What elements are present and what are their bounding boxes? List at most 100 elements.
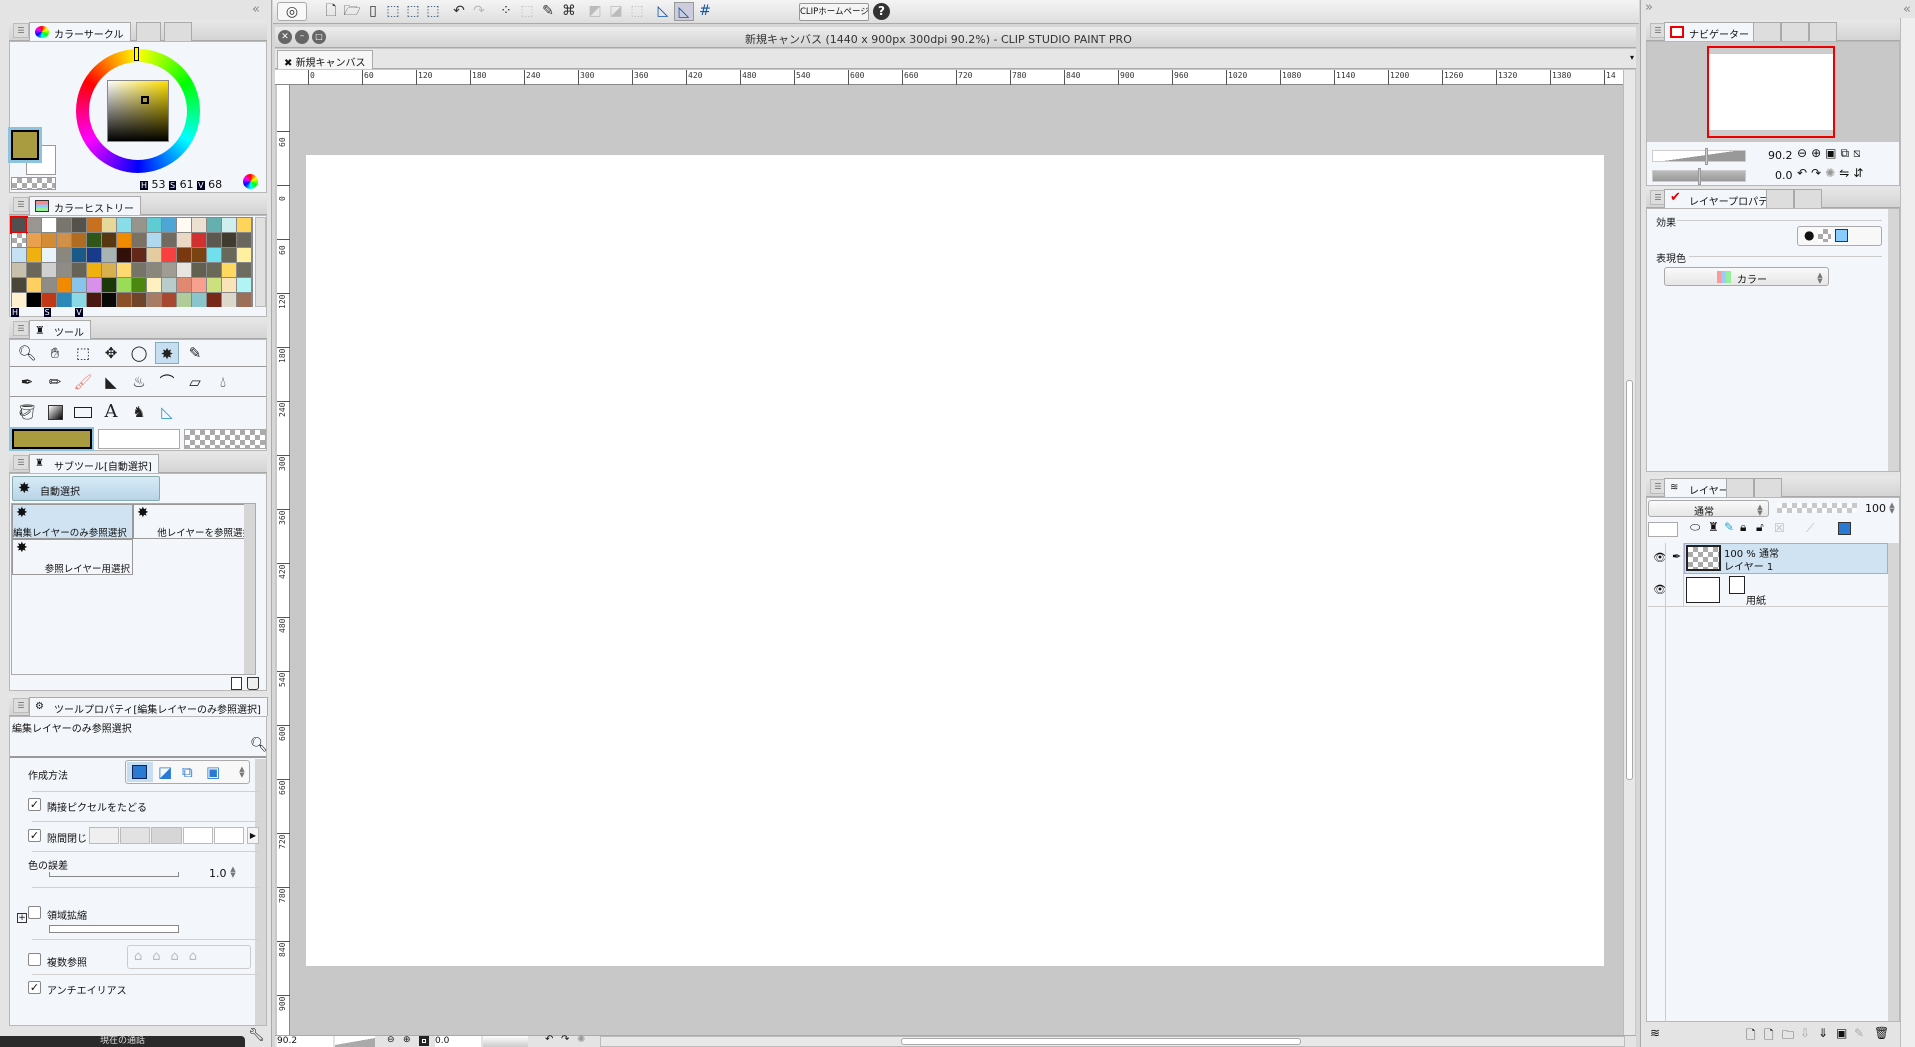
history-swatch[interactable] <box>27 218 41 232</box>
subtract-selection-button[interactable]: ⧉ <box>182 765 202 781</box>
history-swatch[interactable] <box>147 293 161 307</box>
export-icon-3[interactable]: ⬚ <box>423 2 443 21</box>
brush-tool-icon[interactable]: 🖌︎ <box>71 371 95 393</box>
subtool-item-edit-layer-only[interactable]: ✸ 編集レイヤーのみ参照選択 <box>12 504 133 539</box>
history-swatch[interactable] <box>222 218 236 232</box>
history-swatch[interactable] <box>42 248 56 262</box>
move-layer-tool-icon[interactable]: ✥ <box>99 342 123 364</box>
status-zoom-out-icon[interactable]: ⊖ <box>387 1035 395 1045</box>
history-swatch[interactable] <box>162 248 176 262</box>
lock-transparency-icon[interactable]: 🔓︎ <box>1756 520 1764 535</box>
clip-lower-layer-icon[interactable]: ⬭ <box>1690 520 1700 535</box>
history-swatch[interactable] <box>192 263 206 277</box>
history-swatch[interactable] <box>237 293 251 307</box>
tab-animation[interactable] <box>1794 189 1822 208</box>
tab-tool-property[interactable]: ⚙ ツールプロパティ[編集レイヤーのみ参照選択] <box>29 697 268 716</box>
history-swatch[interactable] <box>87 293 101 307</box>
history-swatch[interactable] <box>147 218 161 232</box>
history-swatch[interactable] <box>102 218 116 232</box>
panel-menu-icon[interactable]: ☰ <box>13 23 29 38</box>
transfer-down-icon[interactable]: ⇩ <box>1800 1026 1810 1040</box>
clip-home-button[interactable]: CLIPホームページ <box>799 3 869 21</box>
close-tab-icon[interactable]: ✖ <box>284 58 296 69</box>
tab-navigator[interactable]: ナビゲーター <box>1664 22 1756 41</box>
navigator-zoom-slider[interactable] <box>1652 148 1746 165</box>
fit-window-icon[interactable]: ▣ <box>1825 146 1840 160</box>
special-ruler-snap-icon[interactable]: ◺ <box>674 2 694 21</box>
maximize-window-button[interactable]: □ <box>312 30 326 44</box>
mask-icon[interactable]: ☒ <box>1774 521 1785 535</box>
status-rotation-slider[interactable] <box>483 1036 528 1047</box>
combine-down-icon[interactable]: ⇓ <box>1818 1026 1828 1040</box>
history-swatch[interactable] <box>12 233 26 247</box>
horizontal-scrollbar[interactable] <box>600 1036 1625 1047</box>
tone-effect-icon[interactable] <box>1818 229 1832 242</box>
history-swatch[interactable] <box>222 263 236 277</box>
history-swatch[interactable] <box>27 293 41 307</box>
new-selection-button[interactable] <box>127 762 153 782</box>
history-swatch[interactable] <box>222 278 236 292</box>
history-swatch[interactable] <box>162 263 176 277</box>
actual-size-icon[interactable]: ⧅ <box>1853 146 1865 160</box>
history-swatch[interactable] <box>102 233 116 247</box>
history-swatch[interactable] <box>102 248 116 262</box>
fit-navigator-icon[interactable]: ⧉ <box>1840 146 1853 160</box>
open-file-icon[interactable]: 🗁 <box>342 2 362 21</box>
color-tolerance-slider[interactable] <box>49 872 179 877</box>
status-zoom-field[interactable]: 90.2 <box>277 1036 333 1047</box>
hand-tool-icon[interactable]: ✋︎ <box>43 342 67 364</box>
reference-layer-icon[interactable]: ♜ <box>1708 520 1719 534</box>
history-swatch[interactable] <box>177 218 191 232</box>
history-swatch[interactable] <box>237 233 251 247</box>
history-swatch[interactable] <box>222 233 236 247</box>
history-swatch[interactable] <box>132 248 146 262</box>
transform-icon[interactable]: ⌘ <box>559 2 579 21</box>
select-all-icon[interactable]: ⬚ <box>517 2 537 21</box>
pen-tool-icon[interactable]: ✒ <box>15 371 39 393</box>
history-swatch[interactable] <box>12 248 26 262</box>
history-swatch[interactable] <box>162 233 176 247</box>
history-swatch[interactable] <box>72 263 86 277</box>
tab-color-set[interactable] <box>136 22 161 41</box>
bucket-tool-icon[interactable]: 🪣︎ <box>15 401 39 423</box>
panel-menu-icon[interactable]: ☰ <box>13 321 29 336</box>
history-swatch[interactable] <box>10 216 28 234</box>
history-swatch[interactable] <box>42 263 56 277</box>
history-swatch[interactable] <box>177 293 191 307</box>
history-swatch[interactable] <box>237 218 251 232</box>
editing-pen-icon[interactable]: ✒ <box>1672 550 1681 563</box>
redo-icon[interactable]: ↷ <box>469 2 489 21</box>
creation-method-spinner[interactable]: ▲ ▼ <box>237 766 247 779</box>
crop-icon[interactable]: ⬚ <box>627 2 647 21</box>
delete-layer-icon[interactable]: 🗑︎ <box>1874 1026 1889 1040</box>
close-gap-next-button[interactable]: ▶ <box>247 827 259 844</box>
status-zoom-slider[interactable] <box>335 1036 375 1047</box>
layer-row-layer-1[interactable]: 👁︎ ✒ 100 % 通常 レイヤー 1 <box>1648 543 1888 574</box>
ruler-tool-icon[interactable]: ◺ <box>155 401 179 423</box>
grid-snap-icon[interactable]: # <box>695 2 715 21</box>
history-swatch[interactable] <box>207 248 221 262</box>
history-swatch[interactable] <box>132 218 146 232</box>
history-swatch[interactable] <box>192 248 206 262</box>
history-swatch[interactable] <box>207 263 221 277</box>
history-swatch[interactable] <box>57 278 71 292</box>
follow-adjacent-checkbox[interactable]: ✓ <box>28 798 41 811</box>
sub-tool-detail-icon[interactable]: 🔍︎ <box>250 737 268 753</box>
main-color-swatch[interactable] <box>8 127 42 163</box>
pencil-tool-icon[interactable]: ✏ <box>43 371 67 393</box>
blend-mode-select[interactable]: 通常 ▲ ▼ <box>1648 500 1769 518</box>
history-swatch[interactable] <box>42 293 56 307</box>
history-swatch[interactable] <box>42 218 56 232</box>
expand-right-icon[interactable]: « <box>1903 2 1911 17</box>
history-swatch[interactable] <box>177 248 191 262</box>
history-swatch[interactable] <box>57 293 71 307</box>
hue-marker[interactable] <box>134 47 139 61</box>
gradient-tool-icon[interactable] <box>43 401 67 423</box>
history-swatch[interactable] <box>12 278 26 292</box>
palette-color-icon[interactable] <box>1838 522 1851 535</box>
history-swatch[interactable] <box>162 218 176 232</box>
undo-icon[interactable]: ↶ <box>449 2 469 21</box>
subtool-scrollbar[interactable] <box>244 504 255 674</box>
ruler-display-icon[interactable]: ⟋ <box>1806 521 1814 536</box>
clear-outside-icon[interactable]: ◩ <box>585 2 605 21</box>
